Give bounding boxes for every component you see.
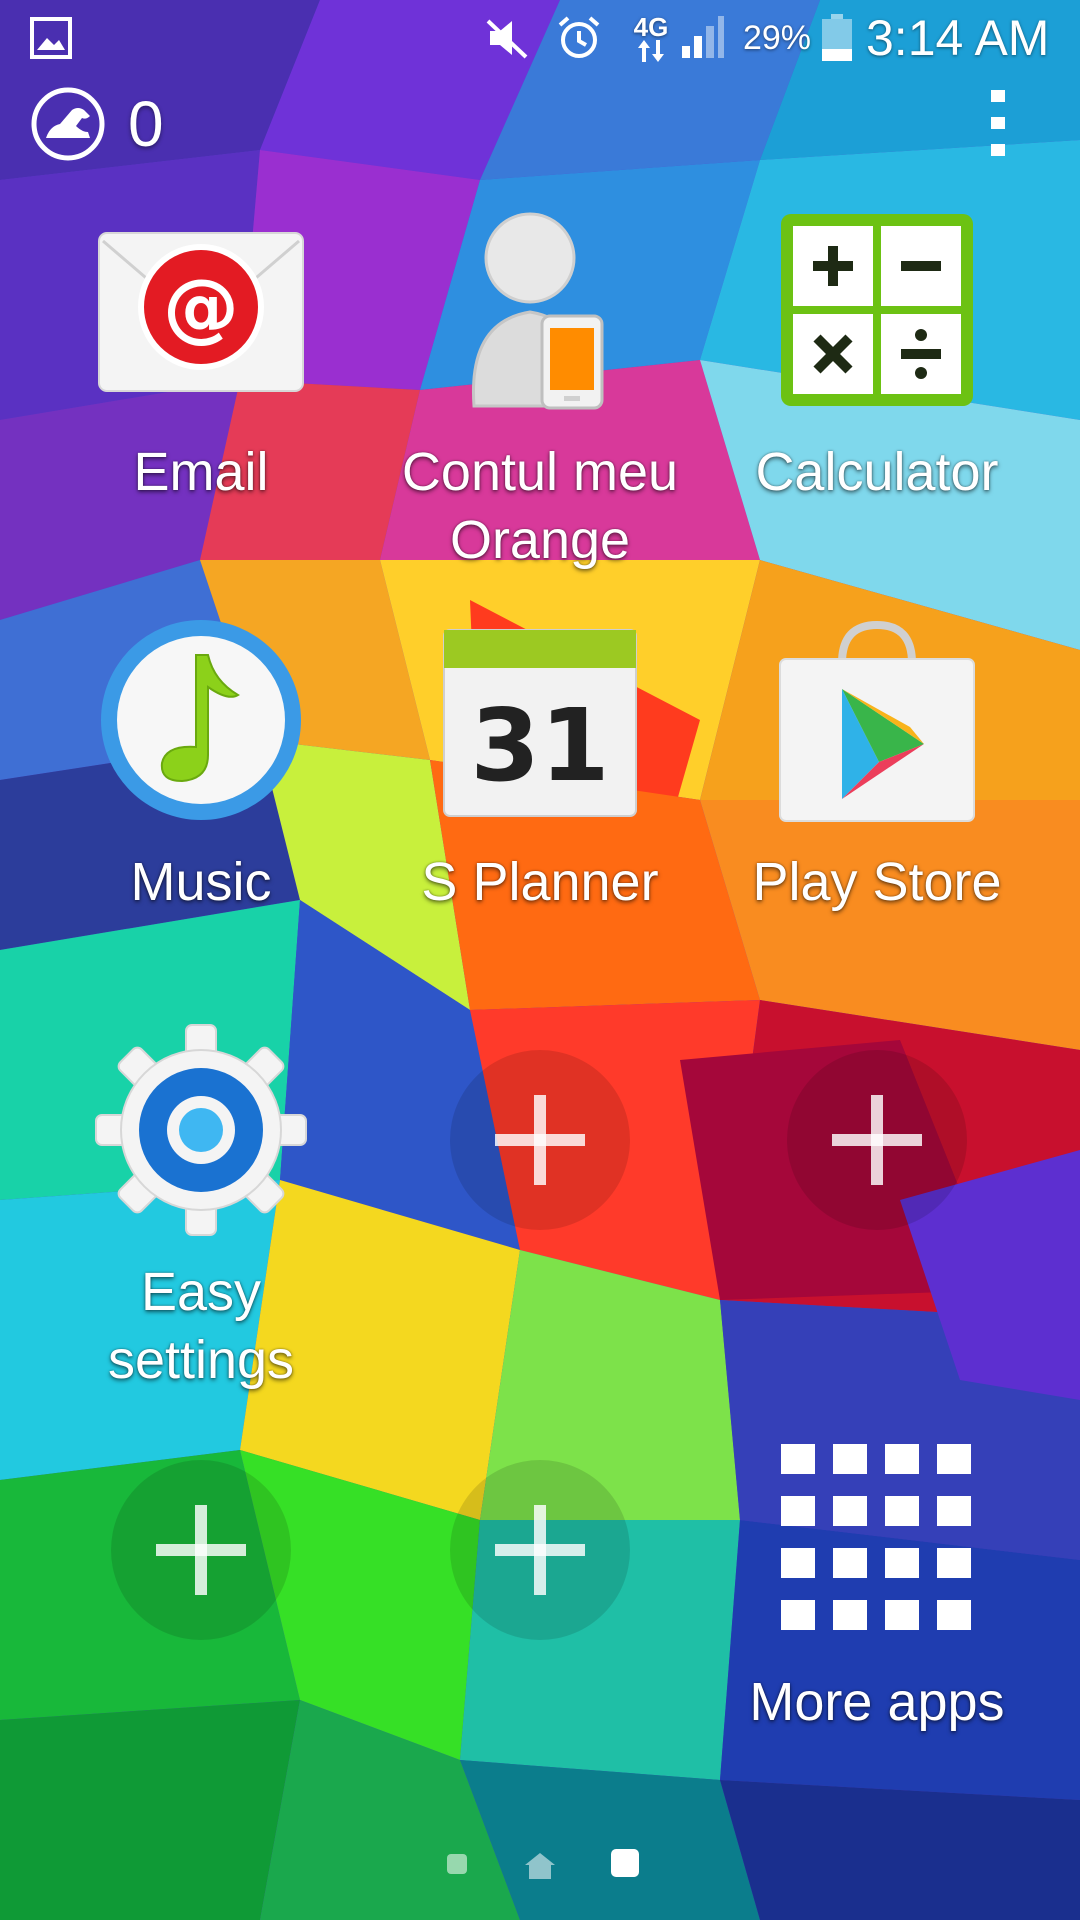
shoe-icon [31,87,105,161]
account-icon [420,210,660,410]
home-page-icon[interactable] [524,1852,556,1884]
status-bar: 4G 29% 3:14 AM [0,0,1080,76]
app-play-store[interactable]: Play Store [712,620,1042,1020]
network-type-label: 4G [633,12,669,42]
page-dot-current[interactable] [610,1848,640,1882]
app-label: Easy settings [107,1262,295,1390]
app-calculator[interactable]: Calculator [712,210,1042,610]
calendar-date: 31 [470,687,609,804]
app-contul-meu-orange[interactable]: Contul meu Orange [375,210,705,610]
music-icon [81,620,321,820]
plus-icon [156,1505,246,1595]
app-more-apps[interactable]: More apps [712,1440,1042,1840]
clock: 3:14 AM [866,10,1050,66]
battery-icon [818,10,856,66]
app-s-planner[interactable]: 31 S Planner [375,620,705,1020]
vibrate-muted-icon [480,10,534,66]
app-email[interactable]: @ Email [36,210,366,610]
app-music[interactable]: Music [36,620,366,1020]
app-label: Contul meu Orange [401,442,679,570]
more-vertical-icon [991,90,1005,156]
plus-icon [495,1095,585,1185]
app-label: S Planner [421,852,659,912]
app-label: Calculator [755,442,999,502]
svg-text:@: @ [163,262,239,351]
app-label: More apps [749,1672,1005,1732]
plus-icon [832,1095,922,1185]
network-indicator: 4G [622,10,680,66]
empty-slot-add[interactable] [787,1050,967,1230]
page-dot-left-page[interactable] [445,1852,469,1880]
email-icon: @ [81,210,321,410]
app-label: Music [130,852,272,912]
calculator-icon [757,210,997,410]
app-label: Email [133,442,269,502]
app-easy-settings[interactable]: Easy settings [36,1024,366,1430]
image-icon [26,10,76,66]
app-label: Play Store [752,852,1002,912]
signal-icon [676,10,728,66]
empty-slot-add[interactable] [111,1460,291,1640]
pedometer-widget[interactable]: 0 [30,86,164,162]
calendar-icon: 31 [420,620,660,820]
overflow-menu-button[interactable] [970,86,1026,162]
play-store-icon [757,620,997,822]
step-count: 0 [128,88,164,160]
data-arrows-icon [638,40,664,62]
empty-slot-add[interactable] [450,1050,630,1230]
empty-slot-add[interactable] [450,1460,630,1640]
battery-percent: 29% [742,18,812,57]
settings-gear-icon [81,1024,321,1236]
alarm-icon [552,10,606,66]
apps-grid-icon [757,1440,997,1640]
plus-icon [495,1505,585,1595]
page-indicator [0,1840,1080,1890]
